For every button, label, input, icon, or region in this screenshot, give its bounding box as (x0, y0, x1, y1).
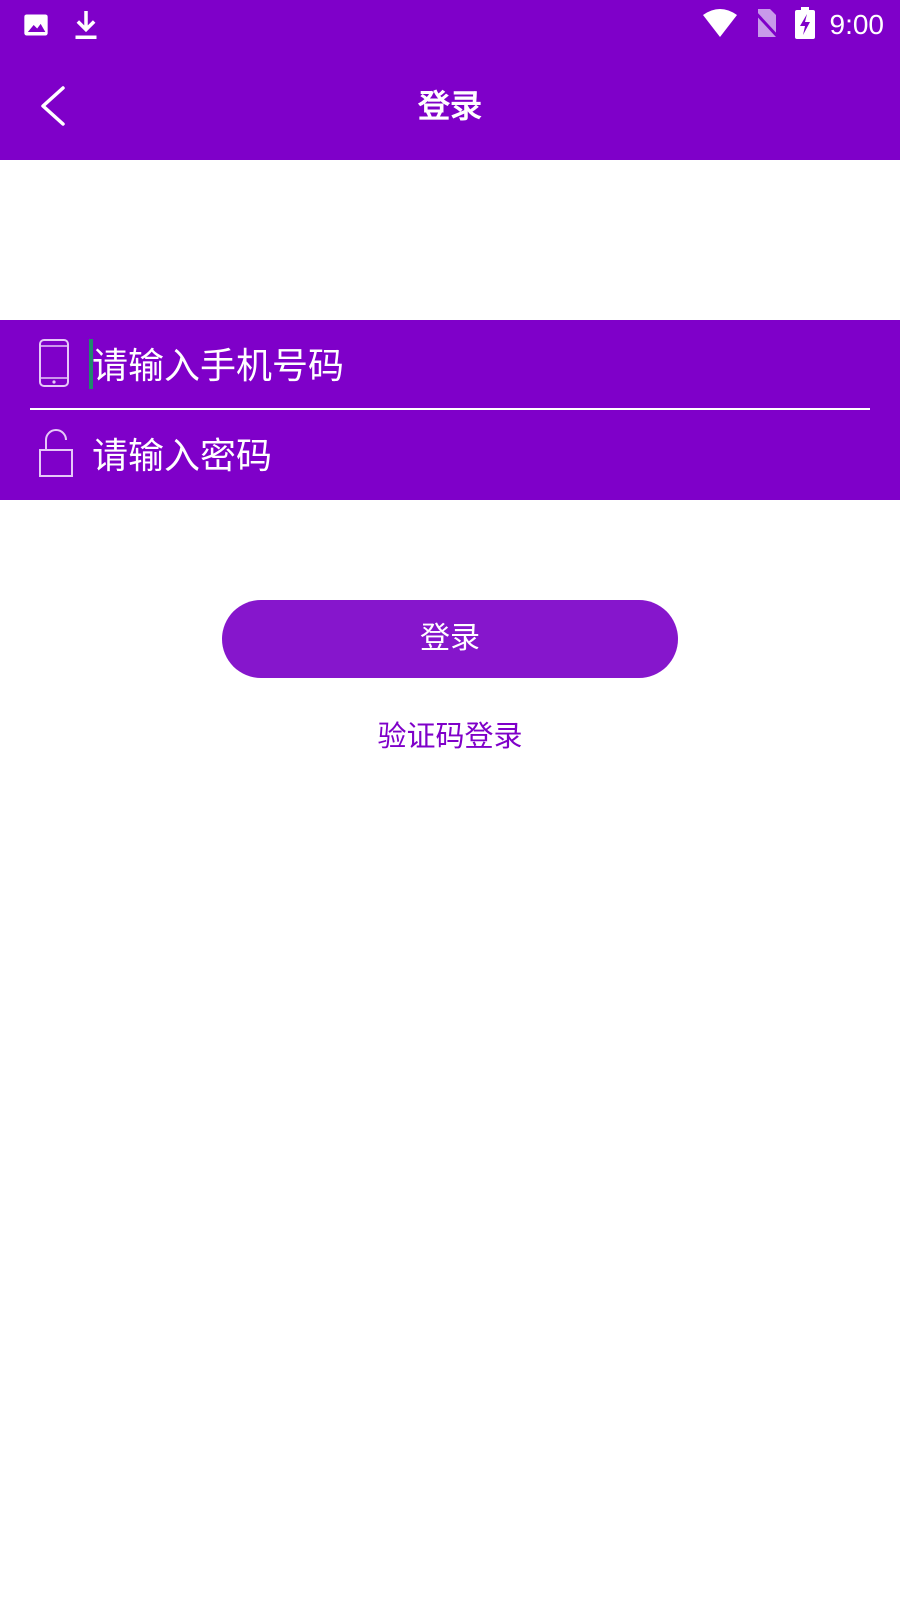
status-right-icons: 9:00 (702, 6, 885, 44)
login-form (0, 320, 900, 500)
battery-charging-icon (794, 7, 816, 43)
no-sim-icon (752, 7, 780, 43)
download-icon (72, 8, 100, 46)
status-left-icons (22, 8, 100, 46)
image-icon (22, 11, 50, 43)
sms-login-link[interactable]: 验证码登录 (0, 712, 900, 760)
lock-open-icon (36, 428, 76, 480)
chevron-left-icon (41, 86, 65, 126)
phone-row (0, 320, 900, 410)
status-bar: 9:00 (0, 0, 900, 52)
phone-icon (36, 338, 76, 390)
page-title: 登录 (417, 87, 482, 125)
wifi-icon (702, 7, 738, 43)
phone-input[interactable] (92, 338, 852, 394)
app-bar: 登录 (0, 52, 900, 160)
login-button[interactable]: 登录 (222, 600, 678, 678)
password-row (0, 410, 900, 500)
status-time: 9:00 (829, 9, 885, 40)
back-button[interactable] (28, 80, 76, 132)
password-input[interactable] (92, 428, 852, 484)
